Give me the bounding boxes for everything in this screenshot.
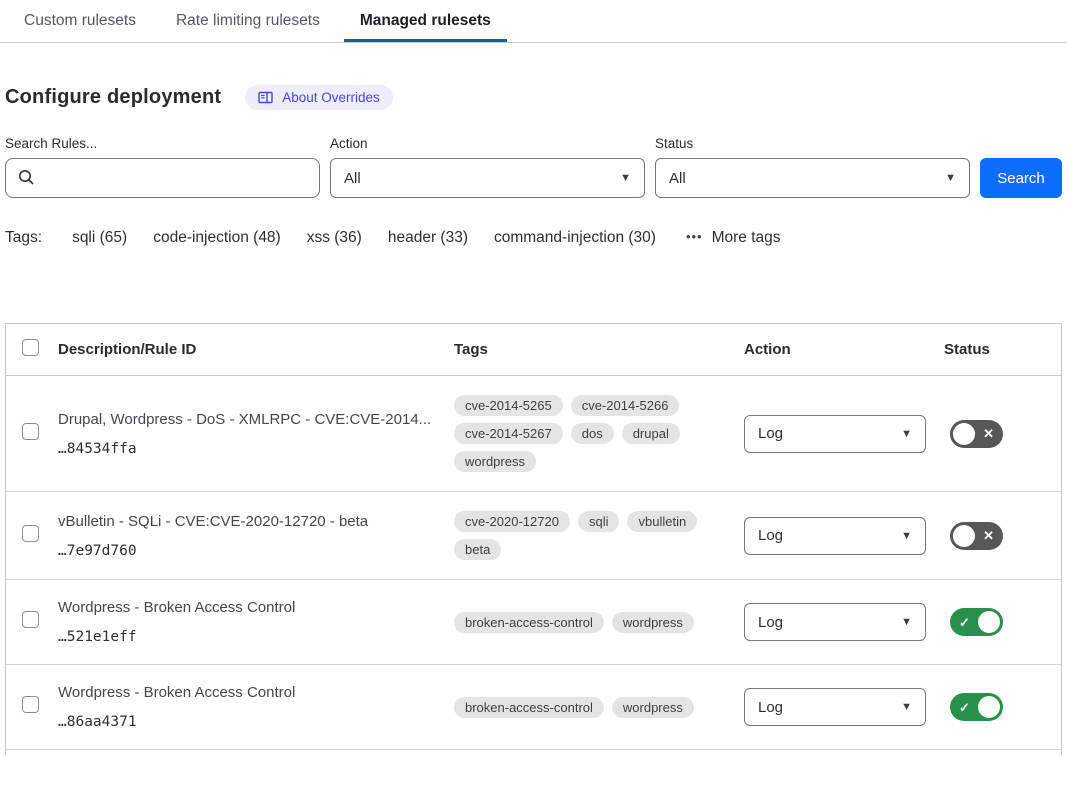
ellipsis-icon: •••: [686, 229, 703, 244]
x-icon: ✕: [977, 427, 1000, 440]
book-icon: [258, 91, 273, 104]
more-tags-button[interactable]: ••• More tags: [686, 229, 781, 247]
action-filter-label: Action: [330, 136, 645, 151]
tag-pill: cve-2014-5266: [571, 395, 680, 416]
next-row-cutoff: [6, 750, 1061, 755]
row-action-value: Log: [758, 614, 783, 631]
row-checkbox[interactable]: [22, 696, 39, 713]
tags-bar-label: Tags:: [5, 229, 42, 247]
table-row: vBulletin - SQLi - CVE:CVE-2020-12720 - …: [6, 492, 1061, 580]
row-action-value: Log: [758, 699, 783, 716]
column-header-description: Description/Rule ID: [58, 341, 454, 358]
chevron-down-icon: ▼: [901, 530, 912, 542]
table-row: Drupal, Wordpress - DoS - XMLRPC - CVE:C…: [6, 376, 1061, 492]
about-overrides-badge[interactable]: About Overrides: [245, 85, 393, 110]
toggle-knob: [953, 423, 975, 445]
chevron-down-icon: ▼: [901, 616, 912, 628]
x-icon: ✕: [977, 529, 1000, 542]
rules-table: Description/Rule ID Tags Action Status D…: [5, 323, 1062, 755]
check-icon: ✓: [953, 616, 976, 629]
row-action-select[interactable]: Log ▼: [744, 517, 926, 555]
check-icon: ✓: [953, 701, 976, 714]
row-action-value: Log: [758, 425, 783, 442]
column-header-tags: Tags: [454, 341, 744, 358]
status-filter-select[interactable]: All ▼: [655, 158, 970, 198]
rule-description: Drupal, Wordpress - DoS - XMLRPC - CVE:C…: [58, 411, 454, 428]
tag-link-header[interactable]: header (33): [388, 229, 468, 247]
row-action-value: Log: [758, 527, 783, 544]
search-rules-input[interactable]: [5, 158, 320, 198]
tag-pill: cve-2014-5267: [454, 423, 563, 444]
column-header-action: Action: [744, 341, 944, 358]
ruleset-tabs: Custom rulesets Rate limiting rulesets M…: [0, 0, 1067, 43]
tag-pill: cve-2014-5265: [454, 395, 563, 416]
rule-id: …7e97d760: [58, 543, 454, 559]
rule-id: …84534ffa: [58, 441, 454, 457]
action-filter-select[interactable]: All ▼: [330, 158, 645, 198]
action-filter-value: All: [344, 170, 361, 187]
table-header-row: Description/Rule ID Tags Action Status: [6, 324, 1061, 376]
status-filter-label: Status: [655, 136, 970, 151]
toggle-knob: [953, 525, 975, 547]
tag-pill: broken-access-control: [454, 612, 604, 633]
chevron-down-icon: ▼: [901, 428, 912, 440]
select-all-checkbox[interactable]: [22, 339, 39, 356]
column-header-status: Status: [944, 341, 1061, 358]
row-checkbox[interactable]: [22, 525, 39, 542]
tag-pill: sqli: [578, 511, 620, 532]
status-toggle[interactable]: ✕: [950, 522, 1003, 550]
search-button[interactable]: Search: [980, 158, 1062, 198]
rule-description: Wordpress - Broken Access Control: [58, 684, 454, 701]
search-icon: [18, 169, 35, 191]
tag-link-code-injection[interactable]: code-injection (48): [153, 229, 281, 247]
row-checkbox[interactable]: [22, 423, 39, 440]
row-action-select[interactable]: Log ▼: [744, 603, 926, 641]
about-overrides-label: About Overrides: [282, 90, 380, 105]
rule-tags: broken-access-control wordpress: [454, 612, 744, 633]
tag-pill: dos: [571, 423, 614, 444]
rule-description: Wordpress - Broken Access Control: [58, 599, 454, 616]
row-checkbox[interactable]: [22, 611, 39, 628]
page-title: Configure deployment: [5, 86, 221, 109]
rule-id: …521e1eff: [58, 629, 454, 645]
tab-managed-rulesets[interactable]: Managed rulesets: [344, 0, 507, 42]
tab-rate-limiting-rulesets[interactable]: Rate limiting rulesets: [160, 0, 336, 42]
row-action-select[interactable]: Log ▼: [744, 688, 926, 726]
tag-pill: wordpress: [454, 451, 536, 472]
row-action-select[interactable]: Log ▼: [744, 415, 926, 453]
status-filter-value: All: [669, 170, 686, 187]
table-row: Wordpress - Broken Access Control …86aa4…: [6, 665, 1061, 750]
chevron-down-icon: ▼: [945, 172, 956, 184]
tag-link-xss[interactable]: xss (36): [307, 229, 362, 247]
chevron-down-icon: ▼: [901, 701, 912, 713]
search-rules-label: Search Rules...: [5, 136, 320, 151]
tag-pill: broken-access-control: [454, 697, 604, 718]
tag-pill: beta: [454, 539, 501, 560]
more-tags-label: More tags: [712, 229, 781, 247]
status-toggle[interactable]: ✕: [950, 420, 1003, 448]
tag-link-command-injection[interactable]: command-injection (30): [494, 229, 656, 247]
rule-id: …86aa4371: [58, 714, 454, 730]
tag-pill: wordpress: [612, 612, 694, 633]
toggle-knob: [978, 611, 1000, 633]
tags-bar: Tags: sqli (65) code-injection (48) xss …: [5, 229, 1062, 247]
rule-description: vBulletin - SQLi - CVE:CVE-2020-12720 - …: [58, 513, 454, 530]
status-toggle[interactable]: ✓: [950, 693, 1003, 721]
rule-tags: broken-access-control wordpress: [454, 697, 744, 718]
tab-custom-rulesets[interactable]: Custom rulesets: [8, 0, 152, 42]
tag-pill: drupal: [622, 423, 680, 444]
tag-link-sqli[interactable]: sqli (65): [72, 229, 127, 247]
status-toggle[interactable]: ✓: [950, 608, 1003, 636]
chevron-down-icon: ▼: [620, 172, 631, 184]
tag-pill: wordpress: [612, 697, 694, 718]
table-row: Wordpress - Broken Access Control …521e1…: [6, 580, 1061, 665]
tag-pill: cve-2020-12720: [454, 511, 570, 532]
toggle-knob: [978, 696, 1000, 718]
rule-tags: cve-2020-12720 sqli vbulletin beta: [454, 511, 744, 560]
rule-tags: cve-2014-5265 cve-2014-5266 cve-2014-5267 d…: [454, 395, 744, 472]
tag-pill: vbulletin: [627, 511, 697, 532]
